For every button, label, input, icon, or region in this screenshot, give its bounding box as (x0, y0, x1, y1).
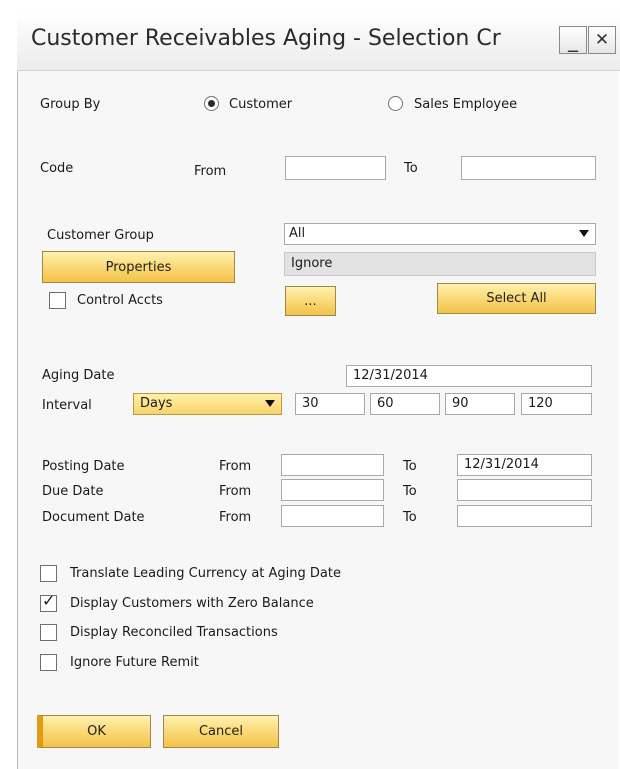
chevron-down-icon (579, 230, 589, 237)
interval-select[interactable]: Days (133, 393, 282, 415)
due-date-from-label: From (219, 484, 252, 499)
document-date-to-input[interactable] (457, 505, 592, 527)
due-date-to-label: To (403, 484, 417, 499)
code-from-input[interactable] (285, 156, 386, 180)
code-to-label: To (404, 161, 418, 176)
translate-currency-label[interactable]: Translate Leading Currency at Aging Date (70, 566, 341, 581)
document-date-from-label: From (219, 510, 252, 525)
close-button[interactable]: ✕ (588, 26, 616, 54)
posting-date-label: Posting Date (42, 459, 125, 474)
properties-button-label: Properties (105, 259, 172, 275)
interval-input-3[interactable]: 90 (445, 393, 515, 415)
document-date-from-input[interactable] (281, 505, 384, 527)
ok-button[interactable]: OK (37, 715, 151, 748)
ellipsis-icon: ... (304, 293, 317, 309)
document-date-label: Document Date (42, 510, 145, 525)
radio-customer-label[interactable]: Customer (229, 97, 292, 112)
interval-input-1[interactable]: 30 (295, 393, 365, 415)
due-date-to-input[interactable] (457, 479, 592, 501)
aging-date-input[interactable]: 12/31/2014 (346, 365, 592, 387)
close-icon: ✕ (594, 30, 610, 50)
code-to-input[interactable] (461, 156, 596, 180)
select-all-button[interactable]: Select All (437, 283, 596, 314)
interval-label: Interval (42, 398, 92, 413)
control-accts-checkbox[interactable] (49, 292, 66, 309)
properties-button[interactable]: Properties (42, 251, 235, 283)
group-by-label: Group By (40, 97, 101, 112)
control-accts-label[interactable]: Control Accts (77, 293, 163, 308)
radio-customer[interactable] (204, 96, 219, 111)
zero-balance-checkbox[interactable]: ✓ (40, 591, 57, 612)
code-from-label: From (194, 164, 227, 179)
due-date-label: Due Date (42, 484, 104, 499)
reconciled-transactions-label[interactable]: Display Reconciled Transactions (70, 625, 278, 640)
reconciled-transactions-checkbox[interactable] (40, 624, 57, 641)
select-all-label: Select All (486, 291, 547, 306)
radio-sales-employee[interactable] (388, 96, 403, 111)
due-date-from-input[interactable] (281, 479, 384, 501)
control-accts-ellipsis-button[interactable]: ... (285, 286, 336, 316)
zero-balance-label[interactable]: Display Customers with Zero Balance (70, 596, 314, 611)
checkmark-icon: ✓ (42, 591, 56, 610)
chevron-down-icon (265, 400, 275, 407)
ignore-future-remit-label[interactable]: Ignore Future Remit (70, 655, 199, 670)
cancel-button-label: Cancel (198, 724, 244, 739)
document-date-to-label: To (403, 510, 417, 525)
customer-group-value: All (289, 226, 306, 241)
posting-date-to-label: To (403, 459, 417, 474)
ok-button-label: OK (87, 724, 106, 739)
posting-date-from-label: From (219, 459, 252, 474)
interval-value: Days (140, 396, 173, 411)
customer-group-label: Customer Group (47, 228, 154, 243)
customer-group-select[interactable]: All (284, 223, 596, 245)
ignore-future-remit-checkbox[interactable] (40, 654, 57, 671)
title-bar[interactable]: Customer Receivables Aging - Selection C… (17, 12, 620, 71)
properties-value-field: Ignore (284, 252, 596, 276)
posting-date-from-input[interactable] (281, 454, 384, 476)
code-label: Code (40, 161, 74, 176)
translate-currency-checkbox[interactable] (40, 565, 57, 582)
interval-input-4[interactable]: 120 (521, 393, 592, 415)
cancel-button[interactable]: Cancel (163, 715, 279, 748)
interval-input-2[interactable]: 60 (370, 393, 440, 415)
minimize-button[interactable]: _ (559, 26, 587, 54)
aging-date-label: Aging Date (42, 368, 115, 383)
minimize-icon: _ (568, 28, 578, 52)
radio-selected-dot (208, 100, 215, 107)
window-title: Customer Receivables Aging - Selection C… (31, 26, 501, 51)
posting-date-to-input[interactable]: 12/31/2014 (457, 454, 592, 476)
radio-sales-employee-label[interactable]: Sales Employee (414, 97, 517, 112)
